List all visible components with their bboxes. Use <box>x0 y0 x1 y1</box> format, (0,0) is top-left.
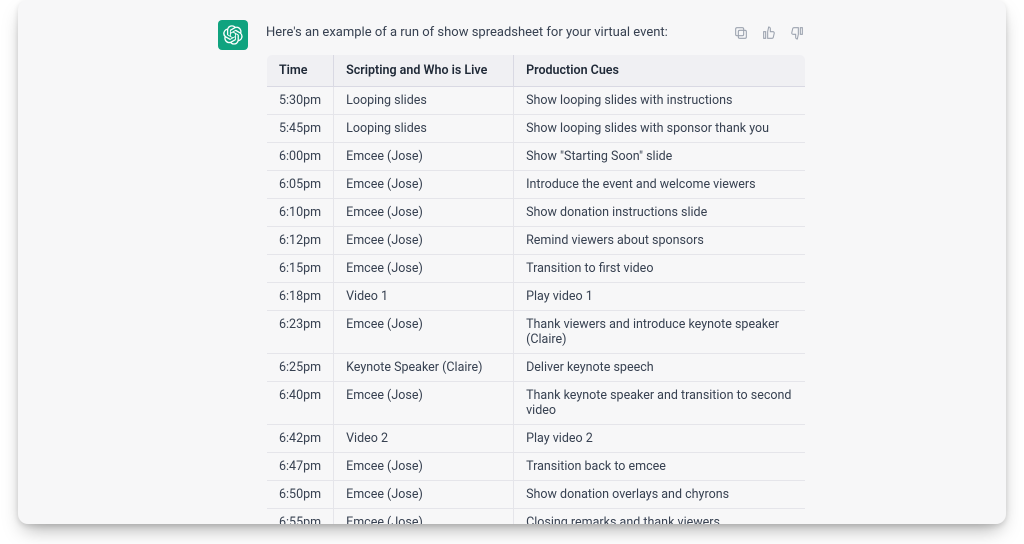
table-row: 6:10pmEmcee (Jose)Show donation instruct… <box>267 199 806 227</box>
cell-time: 5:30pm <box>267 87 334 115</box>
cell-cues: Show "Starting Soon" slide <box>514 143 806 171</box>
cell-script: Emcee (Jose) <box>334 199 514 227</box>
cell-script: Emcee (Jose) <box>334 227 514 255</box>
table-row: 6:42pmVideo 2Play video 2 <box>267 425 806 453</box>
cell-cues: Transition back to emcee <box>514 453 806 481</box>
cell-script: Emcee (Jose) <box>334 453 514 481</box>
cell-cues: Transition to first video <box>514 255 806 283</box>
col-header-time: Time <box>267 55 334 87</box>
cell-cues: Remind viewers about sponsors <box>514 227 806 255</box>
chat-message-card: Here's an example of a run of show sprea… <box>18 0 1006 524</box>
col-header-cues: Production Cues <box>514 55 806 87</box>
table-row: 6:23pmEmcee (Jose)Thank viewers and intr… <box>267 311 806 354</box>
cell-time: 6:12pm <box>267 227 334 255</box>
table-row: 6:55pmEmcee (Jose)Closing remarks and th… <box>267 509 806 525</box>
table-row: 6:18pmVideo 1Play video 1 <box>267 283 806 311</box>
cell-time: 6:18pm <box>267 283 334 311</box>
cell-time: 6:25pm <box>267 354 334 382</box>
cell-script: Looping slides <box>334 115 514 143</box>
table-row: 6:25pmKeynote Speaker (Claire)Deliver ke… <box>267 354 806 382</box>
cell-cues: Play video 1 <box>514 283 806 311</box>
openai-logo-icon <box>218 20 248 50</box>
table-row: 6:00pmEmcee (Jose)Show "Starting Soon" s… <box>267 143 806 171</box>
cell-time: 6:10pm <box>267 199 334 227</box>
table-header-row: Time Scripting and Who is Live Productio… <box>267 55 806 87</box>
cell-time: 6:55pm <box>267 509 334 525</box>
table-row: 5:30pmLooping slidesShow looping slides … <box>267 87 806 115</box>
cell-script: Video 2 <box>334 425 514 453</box>
cell-script: Emcee (Jose) <box>334 171 514 199</box>
col-header-script: Scripting and Who is Live <box>334 55 514 87</box>
cell-time: 6:47pm <box>267 453 334 481</box>
cell-time: 6:50pm <box>267 481 334 509</box>
cell-cues: Show donation overlays and chyrons <box>514 481 806 509</box>
cell-cues: Thank viewers and introduce keynote spea… <box>514 311 806 354</box>
thumbs-up-icon[interactable] <box>760 24 778 42</box>
cell-time: 6:15pm <box>267 255 334 283</box>
assistant-message: Here's an example of a run of show sprea… <box>18 0 1006 524</box>
cell-time: 6:42pm <box>267 425 334 453</box>
cell-script: Looping slides <box>334 87 514 115</box>
table-row: 5:45pmLooping slidesShow looping slides … <box>267 115 806 143</box>
table-row: 6:12pmEmcee (Jose)Remind viewers about s… <box>267 227 806 255</box>
cell-script: Emcee (Jose) <box>334 382 514 425</box>
copy-icon[interactable] <box>732 24 750 42</box>
thumbs-down-icon[interactable] <box>788 24 806 42</box>
table-row: 6:40pmEmcee (Jose)Thank keynote speaker … <box>267 382 806 425</box>
cell-cues: Deliver keynote speech <box>514 354 806 382</box>
cell-script: Emcee (Jose) <box>334 509 514 525</box>
intro-text: Here's an example of a run of show sprea… <box>266 25 806 40</box>
cell-cues: Introduce the event and welcome viewers <box>514 171 806 199</box>
cell-script: Keynote Speaker (Claire) <box>334 354 514 382</box>
cell-time: 6:23pm <box>267 311 334 354</box>
table-row: 6:50pmEmcee (Jose)Show donation overlays… <box>267 481 806 509</box>
cell-time: 5:45pm <box>267 115 334 143</box>
run-of-show-table: Time Scripting and Who is Live Productio… <box>266 54 806 524</box>
cell-cues: Show looping slides with instructions <box>514 87 806 115</box>
cell-cues: Play video 2 <box>514 425 806 453</box>
cell-cues: Show donation instructions slide <box>514 199 806 227</box>
message-actions <box>732 24 806 42</box>
cell-script: Emcee (Jose) <box>334 255 514 283</box>
table-row: 6:47pmEmcee (Jose)Transition back to emc… <box>267 453 806 481</box>
cell-time: 6:05pm <box>267 171 334 199</box>
cell-cues: Show looping slides with sponsor thank y… <box>514 115 806 143</box>
message-content: Here's an example of a run of show sprea… <box>266 20 806 524</box>
cell-script: Emcee (Jose) <box>334 143 514 171</box>
cell-cues: Thank keynote speaker and transition to … <box>514 382 806 425</box>
table-row: 6:05pmEmcee (Jose)Introduce the event an… <box>267 171 806 199</box>
cell-time: 6:00pm <box>267 143 334 171</box>
cell-time: 6:40pm <box>267 382 334 425</box>
cell-script: Emcee (Jose) <box>334 481 514 509</box>
cell-cues: Closing remarks and thank viewers <box>514 509 806 525</box>
table-row: 6:15pmEmcee (Jose)Transition to first vi… <box>267 255 806 283</box>
cell-script: Emcee (Jose) <box>334 311 514 354</box>
cell-script: Video 1 <box>334 283 514 311</box>
